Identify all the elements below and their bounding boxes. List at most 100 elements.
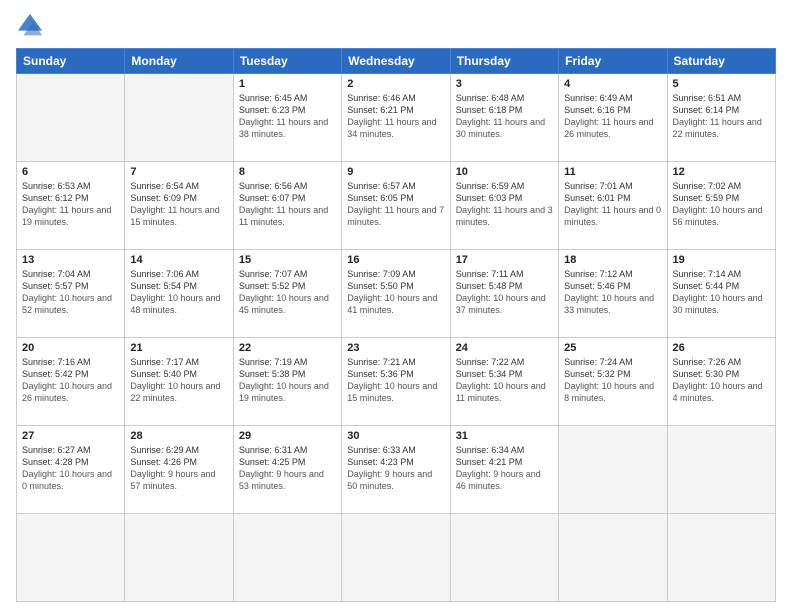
day-info: Sunrise: 7:14 AM Sunset: 5:44 PM — [673, 268, 770, 292]
day-number: 13 — [22, 254, 119, 266]
day-number: 8 — [239, 166, 336, 178]
calendar-cell: 4Sunrise: 6:49 AM Sunset: 6:16 PMDayligh… — [559, 74, 667, 162]
day-info: Sunrise: 7:11 AM Sunset: 5:48 PM — [456, 268, 553, 292]
calendar-cell: 19Sunrise: 7:14 AM Sunset: 5:44 PMDaylig… — [667, 250, 775, 338]
day-number: 27 — [22, 430, 119, 442]
daylight-hours: Daylight: 10 hours and 45 minutes. — [239, 293, 336, 316]
daylight-hours: Daylight: 10 hours and 4 minutes. — [673, 381, 770, 404]
calendar-cell: 1 Sunrise: 6:45 AM Sunset: 6:23 PMDayligh… — [233, 74, 341, 162]
calendar-cell: 11Sunrise: 7:01 AM Sunset: 6:01 PMDaylig… — [559, 162, 667, 250]
calendar-row-4: 27Sunrise: 6:27 AM Sunset: 4:28 PMDaylig… — [17, 426, 776, 514]
day-info: Sunrise: 7:26 AM Sunset: 5:30 PM — [673, 356, 770, 380]
daylight-hours: Daylight: 10 hours and 41 minutes. — [347, 293, 444, 316]
page: SundayMondayTuesdayWednesdayThursdayFrid… — [0, 0, 792, 612]
daylight-hours: Daylight: 10 hours and 0 minutes. — [22, 469, 119, 492]
day-number: 28 — [130, 430, 227, 442]
daylight-hours: Daylight: 11 hours and 3 minutes. — [456, 205, 553, 228]
calendar-cell: 22Sunrise: 7:19 AM Sunset: 5:38 PMDaylig… — [233, 338, 341, 426]
calendar-cell: 20Sunrise: 7:16 AM Sunset: 5:42 PMDaylig… — [17, 338, 125, 426]
calendar-cell — [342, 514, 450, 602]
day-number: 17 — [456, 254, 553, 266]
day-number: 25 — [564, 342, 661, 354]
daylight-hours: Daylight: 9 hours and 53 minutes. — [239, 469, 336, 492]
daylight-hours: Daylight: 10 hours and 52 minutes. — [22, 293, 119, 316]
calendar-cell — [17, 514, 125, 602]
logo — [16, 12, 50, 40]
calendar-cell: 21Sunrise: 7:17 AM Sunset: 5:40 PMDaylig… — [125, 338, 233, 426]
day-number: 24 — [456, 342, 553, 354]
daylight-hours: Daylight: 10 hours and 33 minutes. — [564, 293, 661, 316]
daylight-hours: Daylight: 10 hours and 22 minutes. — [130, 381, 227, 404]
day-info: Sunrise: 6:51 AM Sunset: 6:14 PM — [673, 92, 770, 116]
daylight-hours: Daylight: 10 hours and 8 minutes. — [564, 381, 661, 404]
day-info: Sunrise: 6:57 AM Sunset: 6:05 PM — [347, 180, 444, 204]
calendar-cell: 30Sunrise: 6:33 AM Sunset: 4:23 PMDaylig… — [342, 426, 450, 514]
weekday-header-monday: Monday — [125, 49, 233, 74]
daylight-hours: Daylight: 11 hours and 19 minutes. — [22, 205, 119, 228]
day-number: 31 — [456, 430, 553, 442]
calendar-row-1: 6Sunrise: 6:53 AM Sunset: 6:12 PMDayligh… — [17, 162, 776, 250]
calendar-cell — [125, 514, 233, 602]
calendar-cell — [125, 74, 233, 162]
weekday-header-saturday: Saturday — [667, 49, 775, 74]
day-number: 10 — [456, 166, 553, 178]
calendar-cell: 10Sunrise: 6:59 AM Sunset: 6:03 PMDaylig… — [450, 162, 558, 250]
daylight-hours: Daylight: 11 hours and 22 minutes. — [673, 117, 770, 140]
daylight-hours: Daylight: 9 hours and 50 minutes. — [347, 469, 444, 492]
day-info: Sunrise: 6:31 AM Sunset: 4:25 PM — [239, 444, 336, 468]
day-number: 9 — [347, 166, 444, 178]
calendar-cell: 8 Sunrise: 6:56 AM Sunset: 6:07 PMDayligh… — [233, 162, 341, 250]
calendar-cell: 18Sunrise: 7:12 AM Sunset: 5:46 PMDaylig… — [559, 250, 667, 338]
calendar-cell — [559, 426, 667, 514]
day-number: 22 — [239, 342, 336, 354]
day-number: 5 — [673, 78, 770, 90]
calendar-cell — [17, 74, 125, 162]
day-number: 23 — [347, 342, 444, 354]
day-info: Sunrise: 7:19 AM Sunset: 5:38 PM — [239, 356, 336, 380]
day-number: 6 — [22, 166, 119, 178]
calendar-row-0: 1Sunrise: 6:45 AM Sunset: 6:23 PMDayligh… — [17, 74, 776, 162]
daylight-hours: Daylight: 10 hours and 26 minutes. — [22, 381, 119, 404]
calendar-cell: 12Sunrise: 7:02 AM Sunset: 5:59 PMDaylig… — [667, 162, 775, 250]
calendar-cell — [450, 514, 558, 602]
day-number: 20 — [22, 342, 119, 354]
day-info: Sunrise: 6:49 AM Sunset: 6:16 PM — [564, 92, 661, 116]
calendar-cell: 14Sunrise: 7:06 AM Sunset: 5:54 PMDaylig… — [125, 250, 233, 338]
weekday-header-thursday: Thursday — [450, 49, 558, 74]
daylight-hours: Daylight: 11 hours and 11 minutes. — [239, 205, 336, 228]
daylight-hours: Daylight: 11 hours and 7 minutes. — [347, 205, 444, 228]
day-info: Sunrise: 7:12 AM Sunset: 5:46 PM — [564, 268, 661, 292]
daylight-hours: Daylight: 10 hours and 37 minutes. — [456, 293, 553, 316]
calendar-cell: 29Sunrise: 6:31 AM Sunset: 4:25 PMDaylig… — [233, 426, 341, 514]
calendar-cell — [233, 514, 341, 602]
day-number: 30 — [347, 430, 444, 442]
calendar-cell — [667, 514, 775, 602]
day-number: 15 — [239, 254, 336, 266]
daylight-hours: Daylight: 11 hours and 34 minutes. — [347, 117, 444, 140]
day-info: Sunrise: 7:22 AM Sunset: 5:34 PM — [456, 356, 553, 380]
calendar-cell: 13Sunrise: 7:04 AM Sunset: 5:57 PMDaylig… — [17, 250, 125, 338]
calendar-cell: 3Sunrise: 6:48 AM Sunset: 6:18 PMDayligh… — [450, 74, 558, 162]
day-info: Sunrise: 6:45 AM Sunset: 6:23 PM — [239, 92, 336, 116]
day-number: 14 — [130, 254, 227, 266]
logo-icon — [16, 12, 44, 40]
day-number: 1 — [239, 78, 336, 90]
day-info: Sunrise: 6:56 AM Sunset: 6:07 PM — [239, 180, 336, 204]
calendar-cell: 5 Sunrise: 6:51 AM Sunset: 6:14 PMDayligh… — [667, 74, 775, 162]
calendar-cell: 9 Sunrise: 6:57 AM Sunset: 6:05 PMDayligh… — [342, 162, 450, 250]
daylight-hours: Daylight: 9 hours and 46 minutes. — [456, 469, 553, 492]
day-info: Sunrise: 7:06 AM Sunset: 5:54 PM — [130, 268, 227, 292]
day-number: 21 — [130, 342, 227, 354]
calendar-cell: 7Sunrise: 6:54 AM Sunset: 6:09 PMDayligh… — [125, 162, 233, 250]
day-info: Sunrise: 6:27 AM Sunset: 4:28 PM — [22, 444, 119, 468]
day-number: 26 — [673, 342, 770, 354]
day-number: 16 — [347, 254, 444, 266]
day-info: Sunrise: 6:54 AM Sunset: 6:09 PM — [130, 180, 227, 204]
day-number: 2 — [347, 78, 444, 90]
day-info: Sunrise: 6:53 AM Sunset: 6:12 PM — [22, 180, 119, 204]
weekday-header-friday: Friday — [559, 49, 667, 74]
day-number: 3 — [456, 78, 553, 90]
daylight-hours: Daylight: 10 hours and 11 minutes. — [456, 381, 553, 404]
weekday-header-row: SundayMondayTuesdayWednesdayThursdayFrid… — [17, 49, 776, 74]
daylight-hours: Daylight: 11 hours and 38 minutes. — [239, 117, 336, 140]
